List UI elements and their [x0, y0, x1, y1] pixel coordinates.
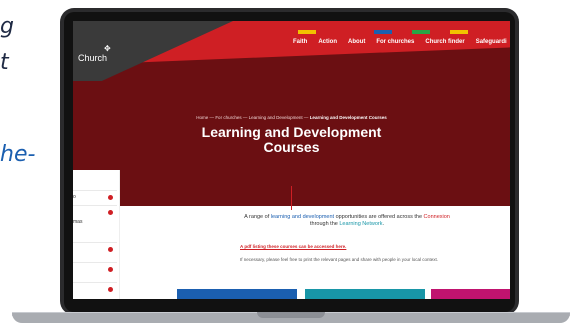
page-title-line2: Courses: [263, 139, 320, 155]
intro-text: A range of: [244, 214, 271, 220]
expand-icon[interactable]: [108, 195, 113, 200]
blue-bar: [374, 30, 392, 34]
nav-item-action[interactable]: Action: [318, 39, 337, 45]
green-bar: [412, 30, 430, 34]
sidebar-item[interactable]: [73, 282, 117, 297]
connexion-link[interactable]: Connexion: [424, 214, 450, 220]
course-card-magenta[interactable]: [431, 289, 510, 299]
red-bar: [336, 30, 354, 34]
breadcrumb-home[interactable]: Home: [196, 115, 208, 120]
yellow-bar-2: [450, 30, 468, 34]
nav-item-about[interactable]: About: [348, 39, 365, 45]
accent-divider: [291, 186, 292, 210]
yellow-bar: [298, 30, 316, 34]
learning-network-link[interactable]: Learning Network: [339, 221, 382, 227]
expand-icon[interactable]: [108, 287, 113, 292]
breadcrumb: Home — For churches — Learning and Devel…: [73, 115, 510, 120]
breadcrumb-current: Learning and Development Courses: [309, 115, 387, 120]
course-card-blue[interactable]: [177, 289, 297, 299]
expand-icon[interactable]: [108, 247, 113, 252]
sidebar-item[interactable]: [73, 262, 117, 277]
background-text-line2: t: [0, 50, 9, 75]
background-text-line3: he-: [0, 142, 36, 167]
background-text-line1: g: [0, 14, 14, 39]
header-color-bars: [298, 30, 468, 34]
intro-text: .: [382, 221, 384, 227]
sidebar-item[interactable]: [73, 242, 117, 257]
page-title-line1: Learning and Development: [201, 124, 382, 140]
laptop-screen: ✥ Church Faith Action About For churches…: [73, 21, 510, 299]
sidebar-item[interactable]: mas: [73, 216, 117, 230]
main-nav: Faith Action About For churches Church f…: [293, 39, 507, 45]
church-logo-icon[interactable]: ✥: [104, 45, 112, 53]
breadcrumb-separator: —: [303, 115, 309, 120]
nav-item-for-churches[interactable]: For churches: [376, 39, 414, 45]
intro-text: opportunities are offered across the: [334, 214, 424, 220]
nav-item-faith[interactable]: Faith: [293, 39, 307, 45]
site-logo-text[interactable]: Church: [78, 53, 107, 63]
sidebar-item-label: o: [73, 194, 76, 200]
sidebar-item[interactable]: o: [73, 190, 117, 205]
course-card-teal[interactable]: [305, 289, 425, 299]
intro-text: through the: [310, 221, 340, 227]
intro-paragraph: A range of learning and development oppo…: [227, 214, 467, 228]
nav-item-church-finder[interactable]: Church finder: [425, 39, 464, 45]
sidebar-item-label: mas: [73, 219, 83, 225]
breadcrumb-learning[interactable]: Learning and Development: [249, 115, 303, 120]
nav-item-safeguarding[interactable]: Safeguardi: [476, 39, 507, 45]
pdf-courses-link[interactable]: A pdf listing these courses can be acces…: [240, 244, 346, 249]
learning-development-link[interactable]: learning and development: [271, 214, 334, 220]
print-note: If necessary, please feel free to print …: [240, 257, 439, 262]
breadcrumb-for-churches[interactable]: For churches: [215, 115, 241, 120]
breadcrumb-separator: —: [209, 115, 215, 120]
sidebar-menu: o mas: [73, 170, 120, 299]
expand-icon[interactable]: [108, 210, 113, 215]
page-title: Learning and Development Courses: [73, 125, 510, 155]
laptop-notch: [257, 312, 325, 318]
breadcrumb-separator: —: [242, 115, 248, 120]
expand-icon[interactable]: [108, 267, 113, 272]
